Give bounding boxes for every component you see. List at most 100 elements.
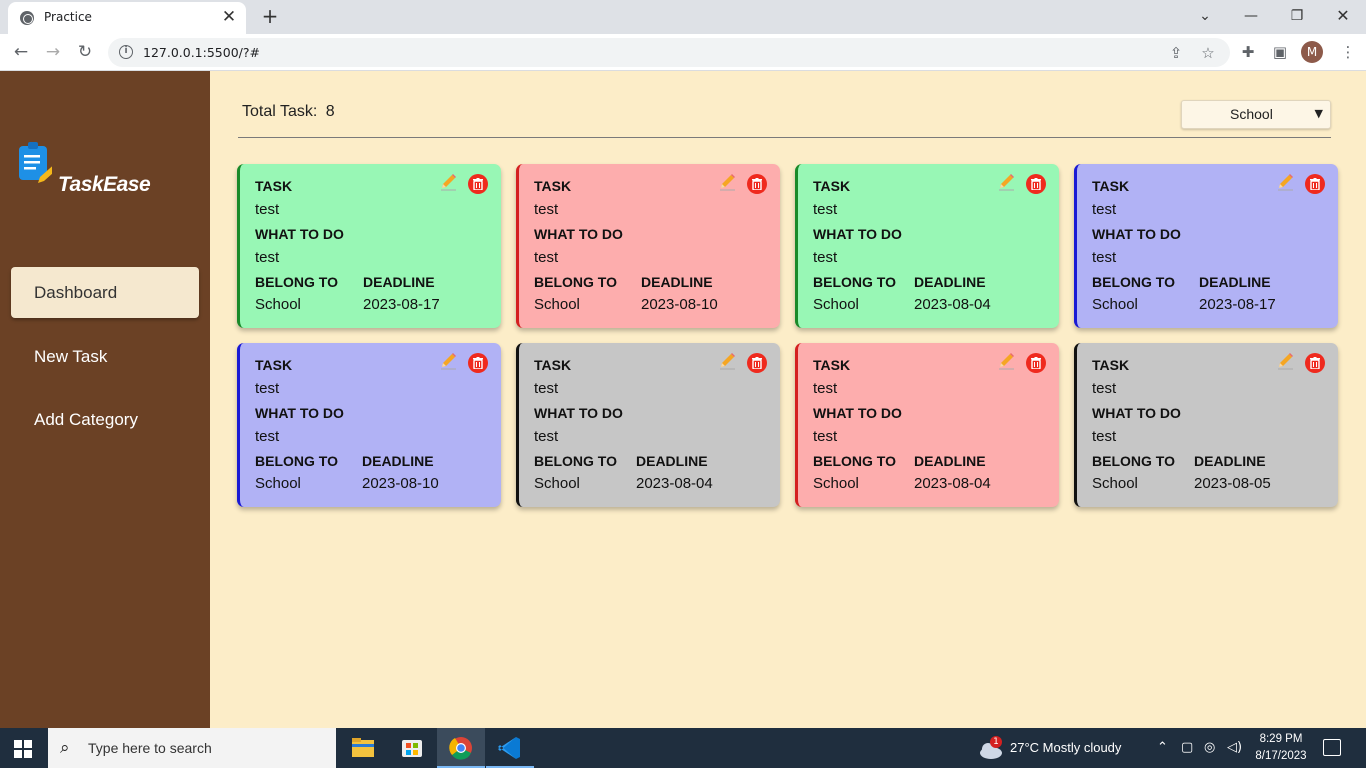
sidebar-item-add-category[interactable]: Add Category bbox=[11, 394, 199, 445]
delete-trash-button[interactable] bbox=[468, 174, 488, 194]
delete-trash-button[interactable] bbox=[1026, 353, 1046, 373]
windows-start-icon[interactable] bbox=[14, 740, 32, 758]
belong-to-label: BELONG TO bbox=[255, 274, 338, 290]
deadline-label: DEADLINE bbox=[636, 453, 708, 469]
bookmark-star-icon[interactable]: ☆ bbox=[1198, 43, 1218, 63]
what-to-do-value: test bbox=[255, 428, 280, 445]
network-globe-icon[interactable]: ◎ bbox=[1204, 740, 1215, 755]
deadline-label: DEADLINE bbox=[1194, 453, 1266, 469]
chrome-icon[interactable] bbox=[437, 728, 485, 768]
deadline-value: 2023-08-10 bbox=[641, 296, 718, 313]
reload-icon[interactable]: ↻ bbox=[72, 40, 98, 64]
belong-to-value: School bbox=[813, 296, 859, 313]
menu-kebab-icon[interactable]: ⋮ bbox=[1338, 42, 1358, 62]
category-filter-select[interactable]: School ▼ bbox=[1181, 100, 1331, 129]
what-to-do-label: WHAT TO DO bbox=[534, 405, 623, 421]
site-info-icon[interactable]: i bbox=[119, 45, 133, 59]
tab-search-icon[interactable]: ⌄ bbox=[1185, 4, 1225, 28]
microsoft-store-icon[interactable] bbox=[388, 728, 436, 768]
trash-icon bbox=[752, 357, 762, 369]
trash-icon bbox=[752, 178, 762, 190]
pencil-edit-icon[interactable] bbox=[439, 173, 457, 191]
total-task-count: 8 bbox=[325, 103, 335, 120]
divider bbox=[238, 137, 1331, 138]
address-bar[interactable]: i 127.0.0.1:5500/?# ⇪ ☆ bbox=[108, 38, 1230, 67]
restore-icon[interactable]: ❐ bbox=[1277, 4, 1317, 28]
trash-icon bbox=[1310, 178, 1320, 190]
weather-text[interactable]: 27°C Mostly cloudy bbox=[1010, 740, 1121, 755]
task-value: test bbox=[534, 201, 559, 218]
what-to-do-value: test bbox=[255, 249, 280, 266]
pencil-edit-icon[interactable] bbox=[718, 352, 736, 370]
share-icon[interactable]: ⇪ bbox=[1166, 43, 1186, 63]
delete-trash-button[interactable] bbox=[747, 353, 767, 373]
deadline-label: DEADLINE bbox=[641, 274, 713, 290]
url-text[interactable]: 127.0.0.1:5500/?# bbox=[143, 45, 260, 60]
pencil-edit-icon[interactable] bbox=[1276, 173, 1294, 191]
task-label: TASK bbox=[534, 357, 572, 373]
vscode-icon[interactable] bbox=[486, 728, 534, 768]
what-to-do-label: WHAT TO DO bbox=[813, 405, 902, 421]
pencil-edit-icon[interactable] bbox=[439, 352, 457, 370]
what-to-do-label: WHAT TO DO bbox=[255, 405, 344, 421]
deadline-value: 2023-08-05 bbox=[1194, 475, 1271, 492]
belong-to-label: BELONG TO bbox=[813, 274, 896, 290]
clock-date: 8/17/2023 bbox=[1255, 750, 1307, 762]
task-value: test bbox=[255, 380, 280, 397]
task-value: test bbox=[1092, 201, 1117, 218]
taskbar-search-placeholder[interactable]: Type here to search bbox=[88, 740, 212, 756]
task-value: test bbox=[813, 380, 838, 397]
belong-to-label: BELONG TO bbox=[534, 453, 617, 469]
trash-icon bbox=[1031, 357, 1041, 369]
forward-icon[interactable]: → bbox=[40, 40, 66, 64]
delete-trash-button[interactable] bbox=[1305, 353, 1325, 373]
deadline-label: DEADLINE bbox=[363, 274, 435, 290]
chevron-up-icon[interactable]: ⌃ bbox=[1157, 740, 1168, 755]
volume-icon[interactable]: ◁) bbox=[1227, 740, 1242, 755]
meet-now-icon[interactable]: ▢ bbox=[1181, 740, 1193, 755]
file-explorer-icon[interactable] bbox=[339, 728, 387, 768]
task-label: TASK bbox=[813, 357, 851, 373]
trash-icon bbox=[1031, 178, 1041, 190]
search-icon: ⌕ bbox=[60, 738, 70, 758]
taskbar-search-box[interactable]: ⌕ Type here to search bbox=[48, 728, 336, 768]
new-tab-button[interactable]: + bbox=[258, 5, 282, 29]
side-panel-icon[interactable]: ▣ bbox=[1270, 42, 1290, 62]
what-to-do-value: test bbox=[534, 428, 559, 445]
profile-avatar[interactable]: M bbox=[1301, 41, 1323, 63]
main-content: Total Task: 8 School ▼ TASK test WHAT TO D… bbox=[210, 71, 1366, 728]
sidebar-item-new-task[interactable]: New Task bbox=[11, 331, 199, 382]
what-to-do-value: test bbox=[813, 428, 838, 445]
what-to-do-value: test bbox=[1092, 428, 1117, 445]
task-card: TASK test WHAT TO DO test BELONG TO School DEA… bbox=[516, 164, 780, 328]
clock-time: 8:29 PM bbox=[1259, 733, 1303, 745]
extensions-icon[interactable]: ✚ bbox=[1238, 42, 1258, 62]
window-close-icon[interactable]: ✕ bbox=[1323, 4, 1363, 28]
back-icon[interactable]: ← bbox=[8, 40, 34, 64]
task-value: test bbox=[255, 201, 280, 218]
sidebar-item-dashboard[interactable]: Dashboard bbox=[11, 267, 199, 318]
pencil-edit-icon[interactable] bbox=[1276, 352, 1294, 370]
browser-tab[interactable]: Practice ✕ bbox=[8, 2, 246, 34]
delete-trash-button[interactable] bbox=[747, 174, 767, 194]
trash-icon bbox=[1310, 357, 1320, 369]
sidebar: TaskEase Dashboard New Task Add Category bbox=[0, 71, 210, 728]
task-label: TASK bbox=[813, 178, 851, 194]
what-to-do-value: test bbox=[1092, 249, 1117, 266]
task-label: TASK bbox=[1092, 178, 1130, 194]
pencil-edit-icon[interactable] bbox=[718, 173, 736, 191]
clock[interactable]: 8:29 PM 8/17/2023 bbox=[1249, 731, 1313, 765]
delete-trash-button[interactable] bbox=[1026, 174, 1046, 194]
pencil-edit-icon[interactable] bbox=[997, 173, 1015, 191]
belong-to-label: BELONG TO bbox=[1092, 453, 1175, 469]
delete-trash-button[interactable] bbox=[1305, 174, 1325, 194]
delete-trash-button[interactable] bbox=[468, 353, 488, 373]
windows-taskbar: ⌕ Type here to search 1 27°C Mostly clou… bbox=[0, 728, 1366, 768]
deadline-value: 2023-08-04 bbox=[636, 475, 713, 492]
tab-close-icon[interactable]: ✕ bbox=[220, 7, 238, 27]
minimize-icon[interactable]: — bbox=[1231, 4, 1271, 28]
task-card: TASK test WHAT TO DO test BELONG TO School DEA… bbox=[795, 164, 1059, 328]
notification-icon[interactable] bbox=[1323, 739, 1341, 756]
pencil-edit-icon[interactable] bbox=[997, 352, 1015, 370]
task-value: test bbox=[1092, 380, 1117, 397]
